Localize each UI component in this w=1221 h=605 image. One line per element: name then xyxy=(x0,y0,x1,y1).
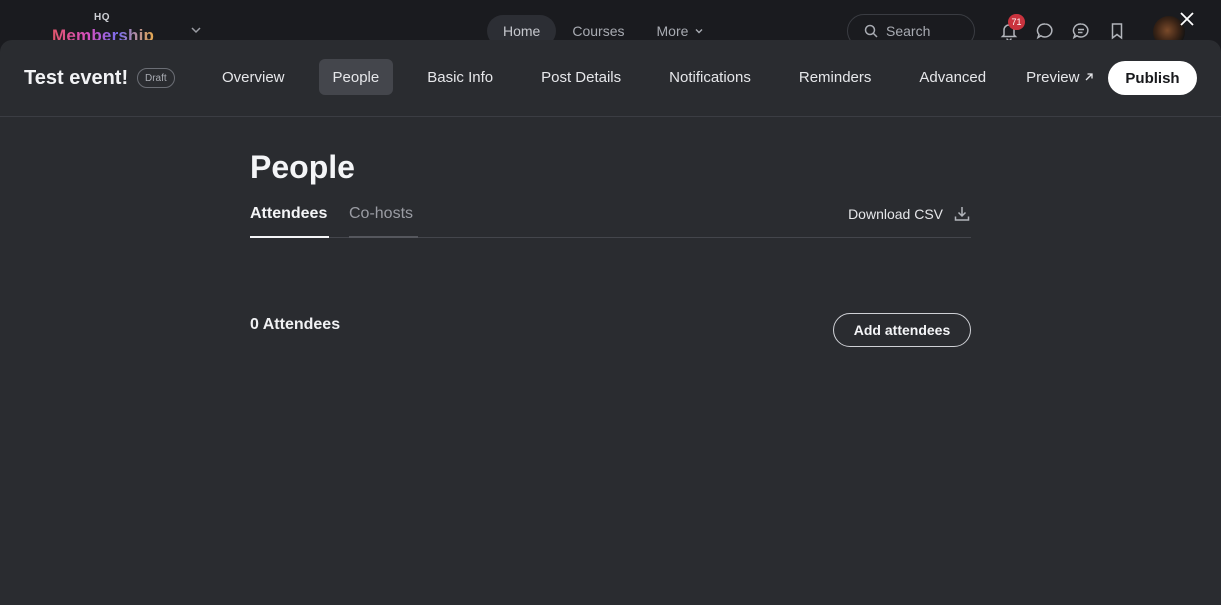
tab-advanced[interactable]: Advanced xyxy=(905,59,1000,95)
search-icon xyxy=(864,24,878,38)
tab-basic-info-label: Basic Info xyxy=(427,68,494,86)
logo-hq-text: HQ xyxy=(94,12,110,23)
tab-preview-label: Preview xyxy=(1026,68,1080,86)
event-editor-modal: Test event! Draft Overview People Basic … xyxy=(0,40,1221,605)
notification-count-badge: 71 xyxy=(1008,14,1025,30)
bell-icon[interactable]: 71 xyxy=(998,14,1025,42)
tab-basic-info[interactable]: Basic Info xyxy=(413,59,507,95)
download-csv-label: Download CSV xyxy=(848,206,943,222)
status-badge: Draft xyxy=(137,68,175,88)
tab-people-label: People xyxy=(332,68,380,86)
community-logo[interactable]: HQ Membership xyxy=(52,10,172,44)
publish-button[interactable]: Publish xyxy=(1108,61,1197,95)
external-link-icon xyxy=(1084,72,1094,82)
chevron-down-icon xyxy=(694,26,704,36)
messages-icon[interactable] xyxy=(1070,20,1092,42)
attendee-count: 0 Attendees xyxy=(250,316,341,333)
top-icon-group: 71 xyxy=(998,14,1128,42)
nav-home-label: Home xyxy=(503,23,541,39)
tab-post-details-label: Post Details xyxy=(541,68,622,86)
search-placeholder: Search xyxy=(886,23,931,39)
nav-courses-label: Courses xyxy=(572,23,625,39)
subtab-attendees[interactable]: Attendees xyxy=(250,205,329,238)
tab-reminders-label: Reminders xyxy=(798,68,872,86)
tab-notifications[interactable]: Notifications xyxy=(655,59,765,95)
tab-preview[interactable]: Preview xyxy=(1020,59,1100,95)
event-tabs: Overview People Basic Info Post Details … xyxy=(208,59,1100,95)
close-icon[interactable] xyxy=(1176,8,1198,30)
tab-post-details[interactable]: Post Details xyxy=(527,59,635,95)
bookmark-icon[interactable] xyxy=(1106,20,1128,42)
tab-advanced-label: Advanced xyxy=(919,68,987,86)
tab-overview[interactable]: Overview xyxy=(208,59,299,95)
chevron-down-icon[interactable] xyxy=(190,24,202,36)
download-csv-button[interactable]: Download CSV xyxy=(848,205,971,223)
download-icon xyxy=(953,205,971,223)
event-editor-header: Test event! Draft Overview People Basic … xyxy=(0,40,1221,117)
subtab-co-hosts[interactable]: Co-hosts xyxy=(349,205,418,238)
page-title: People xyxy=(250,149,355,185)
tab-overview-label: Overview xyxy=(222,68,285,86)
event-title: Test event! xyxy=(24,67,129,89)
tab-people[interactable]: People xyxy=(318,59,394,95)
add-attendees-button[interactable]: Add attendees xyxy=(833,313,971,347)
tab-reminders[interactable]: Reminders xyxy=(785,59,886,95)
tab-notifications-label: Notifications xyxy=(669,68,751,86)
nav-more-label: More xyxy=(656,23,689,39)
chat-icon[interactable] xyxy=(1034,20,1056,42)
